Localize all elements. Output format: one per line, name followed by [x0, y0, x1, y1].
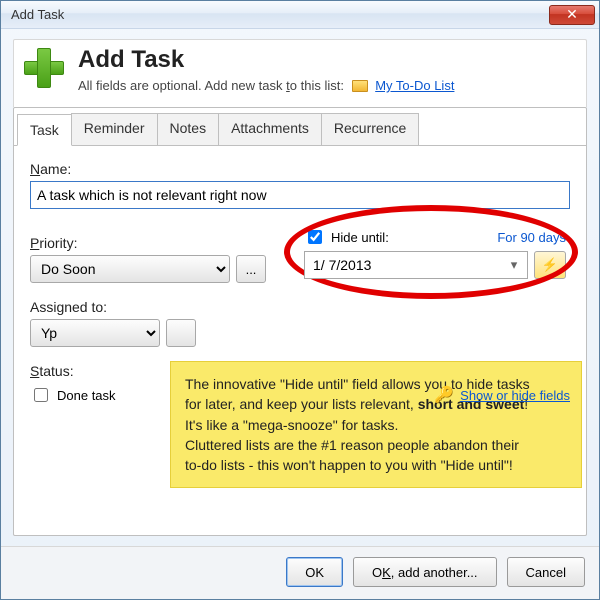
assigned-more-button[interactable]	[166, 319, 196, 347]
assigned-label: Assigned to:	[30, 299, 570, 315]
name-label: Name:	[30, 161, 570, 177]
quick-date-button[interactable]: ⚡	[534, 251, 566, 279]
tab-content-task: Name: Priority: Do Soon ...	[14, 147, 586, 415]
dialog-body: Add Task All fields are optional. Add ne…	[1, 29, 599, 546]
priority-more-button[interactable]: ...	[236, 255, 266, 283]
tab-reminder[interactable]: Reminder	[71, 113, 158, 145]
dialog-subtitle: All fields are optional. Add new task to…	[78, 78, 454, 93]
lightning-icon: ⚡	[542, 257, 558, 273]
assigned-select[interactable]: Yp	[30, 319, 160, 347]
tab-task[interactable]: Task	[17, 114, 72, 146]
datepicker-icon[interactable]: ▾	[506, 257, 522, 273]
add-icon	[22, 46, 66, 90]
tabstrip: Task Reminder Notes Attachments Recurren…	[13, 107, 586, 145]
window-title: Add Task	[11, 7, 549, 22]
hide-until-label: Hide until:	[331, 230, 389, 245]
tab-notes[interactable]: Notes	[157, 113, 220, 145]
list-link[interactable]: My To-Do List	[375, 78, 454, 93]
close-button[interactable]: ✕	[549, 5, 595, 25]
hide-until-date-input[interactable]	[304, 251, 528, 279]
done-label: Done task	[57, 388, 116, 403]
folder-icon	[352, 80, 368, 92]
ok-add-another-button[interactable]: OK, add another...	[353, 557, 497, 587]
priority-label: Priority:	[30, 235, 280, 251]
cancel-button[interactable]: Cancel	[507, 557, 585, 587]
show-hide-fields-link[interactable]: SShow or hide fieldshow or hide fields	[460, 388, 570, 403]
titlebar: Add Task ✕	[1, 1, 599, 29]
ok-button[interactable]: OK	[286, 557, 343, 587]
dialog-header: Add Task All fields are optional. Add ne…	[13, 39, 587, 107]
add-task-dialog: Add Task ✕ Add Task All fields are optio…	[0, 0, 600, 600]
done-checkbox[interactable]	[34, 388, 48, 402]
button-bar: OK OK, add another... Cancel	[1, 546, 599, 599]
name-input[interactable]	[30, 181, 570, 209]
close-icon: ✕	[566, 6, 578, 23]
tab-attachments[interactable]: Attachments	[218, 113, 322, 145]
dialog-heading: Add Task	[78, 46, 454, 74]
key-icon: 🔑	[434, 385, 454, 405]
tab-recurrence[interactable]: Recurrence	[321, 113, 419, 145]
priority-select[interactable]: Do Soon	[30, 255, 230, 283]
annotation-callout: The innovative "Hide until" field allows…	[170, 361, 582, 488]
hide-until-checkbox[interactable]	[308, 230, 322, 244]
for-days-link[interactable]: For 90 days	[497, 230, 566, 245]
tabs-container: Task Reminder Notes Attachments Recurren…	[13, 107, 587, 536]
